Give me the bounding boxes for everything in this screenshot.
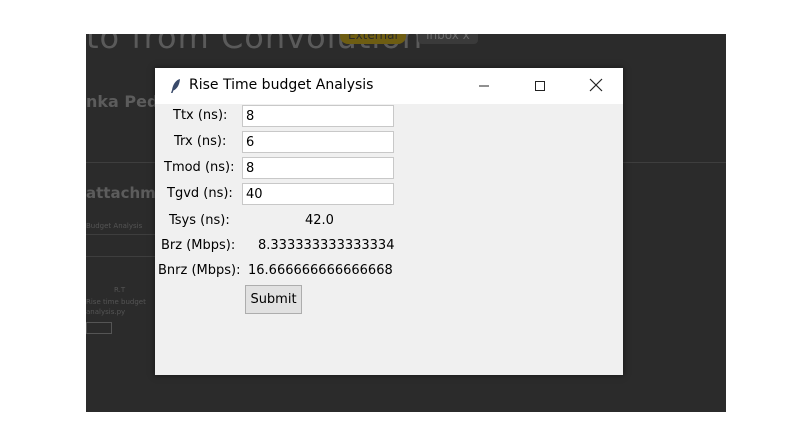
background-small-text: R.T [114, 286, 126, 294]
minimize-button[interactable] [461, 68, 507, 104]
window-titlebar[interactable]: Rise Time budget Analysis [155, 68, 623, 104]
background-attachments-heading: attachme [86, 184, 166, 202]
background-small-text: Rise time budget [86, 298, 146, 306]
background-attachment-box [86, 322, 112, 334]
bnrz-label: Bnrz (Mbps): [158, 263, 241, 278]
background-inbox-badge: Inbox x [418, 34, 478, 44]
close-button[interactable] [573, 68, 619, 104]
background-small-text: Budget Analysis [86, 222, 143, 230]
tsys-label: Tsys (ns): [169, 213, 230, 228]
rise-time-window: Rise Time budget Analysis Ttx (ns): Trx … [155, 68, 623, 375]
tmod-label: Tmod (ns): [164, 160, 235, 175]
brz-value: 8.333333333333334 [258, 238, 395, 253]
maximize-button[interactable] [517, 68, 563, 104]
brz-label: Brz (Mbps): [161, 238, 236, 253]
background-divider [86, 234, 156, 235]
submit-button[interactable]: Submit [245, 285, 302, 314]
ttx-label: Ttx (ns): [173, 108, 228, 123]
trx-label: Trx (ns): [174, 134, 227, 149]
tgvd-label: Tgvd (ns): [167, 186, 233, 201]
feather-icon [170, 78, 182, 94]
bnrz-value: 16.666666666666668 [248, 263, 393, 278]
tgvd-input[interactable] [242, 183, 394, 205]
close-icon [589, 77, 603, 96]
background-small-text: analysis.py [86, 308, 126, 316]
window-title: Rise Time budget Analysis [189, 77, 374, 93]
minimize-icon [478, 77, 490, 96]
maximize-icon [534, 77, 546, 96]
ttx-input[interactable] [242, 105, 394, 127]
background-divider [86, 256, 156, 257]
tsys-value: 42.0 [305, 213, 334, 228]
tmod-input[interactable] [242, 157, 394, 179]
trx-input[interactable] [242, 131, 394, 153]
background-external-badge: External [340, 34, 406, 44]
